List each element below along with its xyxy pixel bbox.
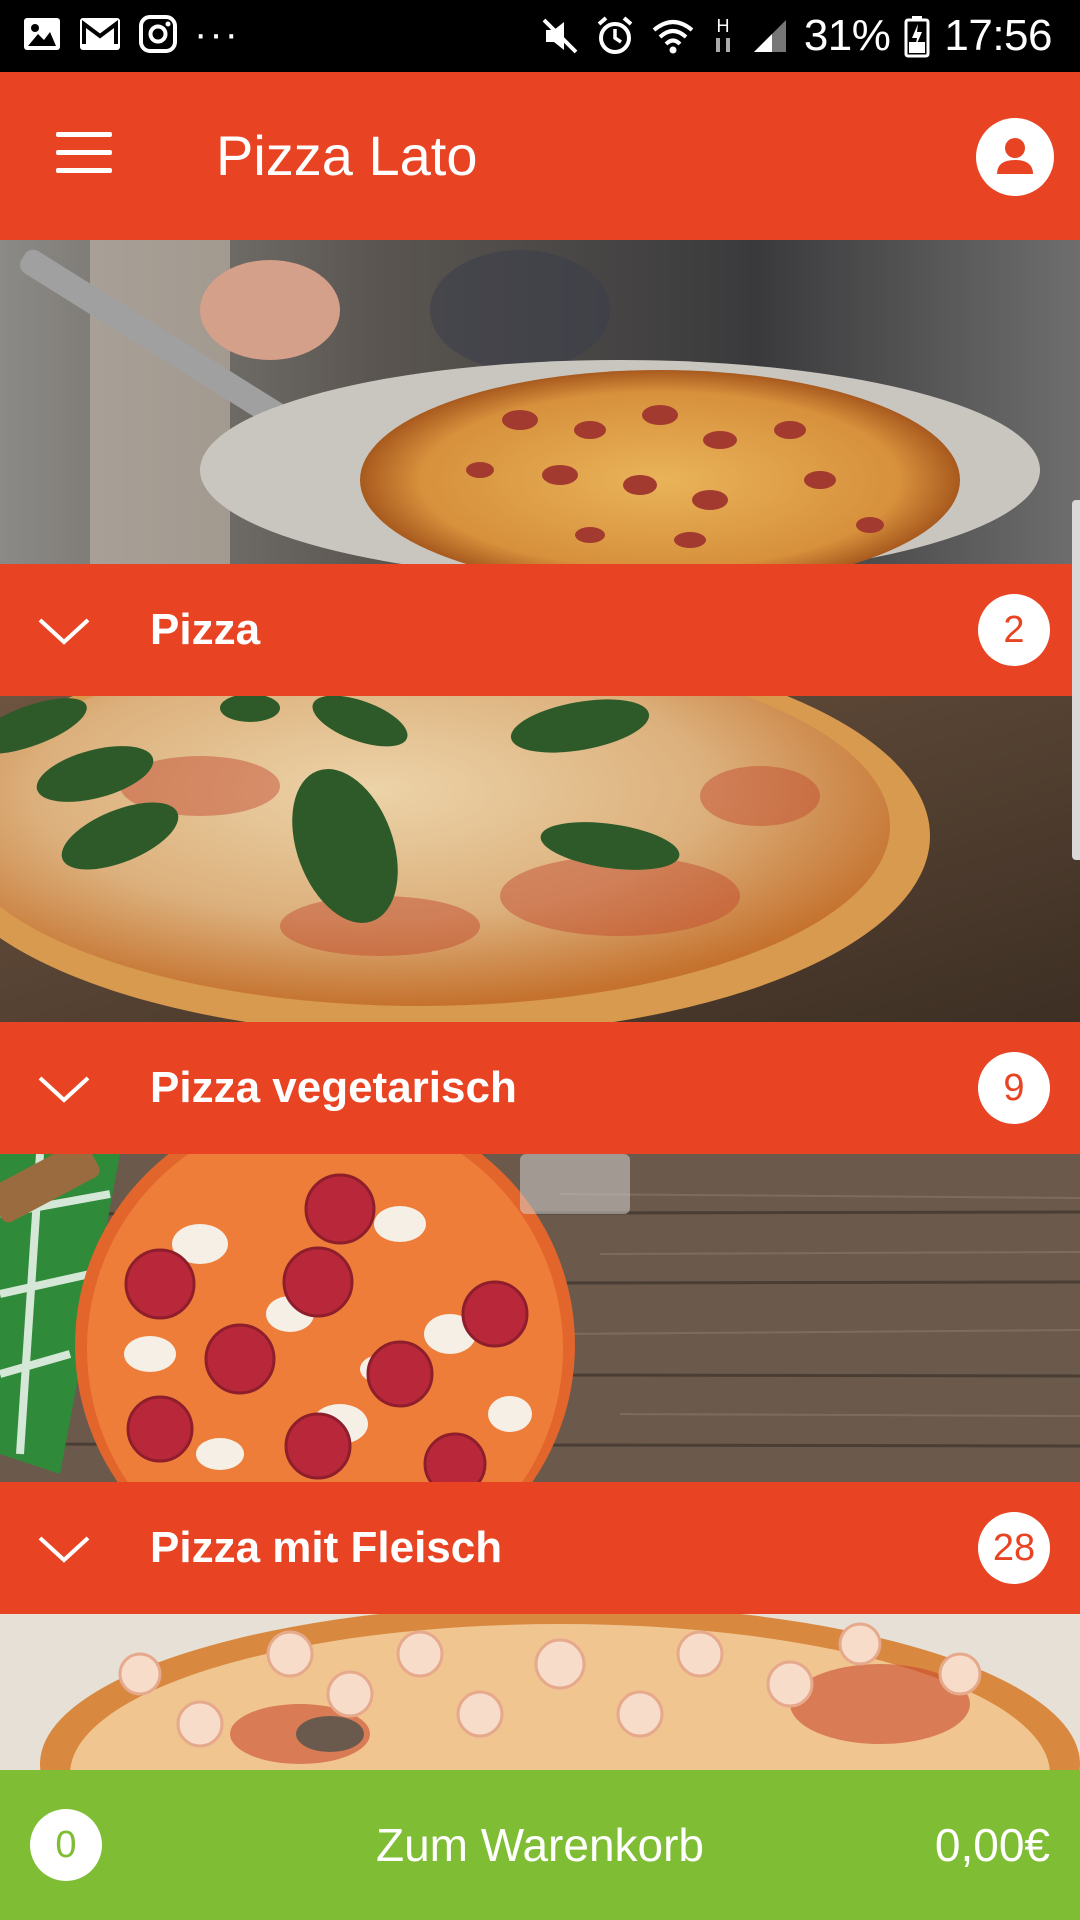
status-bar: ··· H 31% 17:56 [0, 0, 1080, 72]
battery-percent: 31% [803, 11, 891, 60]
scrollbar[interactable] [1072, 500, 1080, 860]
chevron-down-icon [38, 1076, 90, 1103]
app-bar: Pizza Lato [0, 72, 1080, 240]
instagram-icon [139, 15, 177, 53]
cart-button-label: Zum Warenkorb [375, 1819, 705, 1871]
network-type-label: H [716, 16, 729, 36]
category-title: Pizza mit Fleisch [150, 1523, 503, 1572]
network-h-icon: H [715, 16, 730, 52]
mail-icon [80, 18, 120, 50]
category-image-pizza-mit-fleisch [0, 1614, 1080, 1770]
cart-total: 0,00€ [934, 1819, 1050, 1871]
profile-button[interactable] [976, 118, 1054, 196]
clock: 17:56 [944, 11, 1052, 60]
mute-icon [542, 18, 578, 54]
status-left: ··· [22, 14, 240, 54]
status-right: H 31% 17:56 [540, 8, 1052, 64]
chevron-down-icon [38, 1536, 90, 1563]
category-header-pizza[interactable]: Pizza 2 [0, 564, 1080, 696]
category-count-badge: 2 [978, 594, 1050, 666]
category-title: Pizza [150, 605, 261, 654]
category-title: Pizza vegetarisch [150, 1063, 517, 1112]
category-count-badge: 28 [978, 1512, 1050, 1584]
category-count-badge: 9 [978, 1052, 1050, 1124]
alarm-icon [597, 16, 633, 54]
profile-icon [997, 138, 1033, 174]
battery-icon [904, 16, 930, 58]
menu-button[interactable] [46, 122, 122, 186]
salami-pizza-wood-photo [0, 1154, 1080, 1482]
app-title: Pizza Lato [216, 124, 478, 187]
category-image-pizza [0, 696, 1080, 1022]
hero-image [0, 240, 1080, 564]
more-dots-icon: ··· [194, 12, 240, 56]
pizza-peel-oven-photo [0, 240, 1080, 564]
chevron-down-icon [38, 618, 90, 645]
image-icon [24, 18, 60, 50]
wifi-icon [652, 20, 694, 54]
cart-bar[interactable]: 0 Zum Warenkorb 0,00€ [0, 1770, 1080, 1920]
margherita-basil-photo [0, 696, 1080, 1022]
signal-icon [753, 20, 786, 52]
category-image-pizza-vegetarisch [0, 1154, 1080, 1482]
category-header-pizza-vegetarisch[interactable]: Pizza vegetarisch 9 [0, 1022, 1080, 1154]
category-header-pizza-mit-fleisch[interactable]: Pizza mit Fleisch 28 [0, 1482, 1080, 1614]
seafood-pizza-photo [0, 1614, 1080, 1770]
